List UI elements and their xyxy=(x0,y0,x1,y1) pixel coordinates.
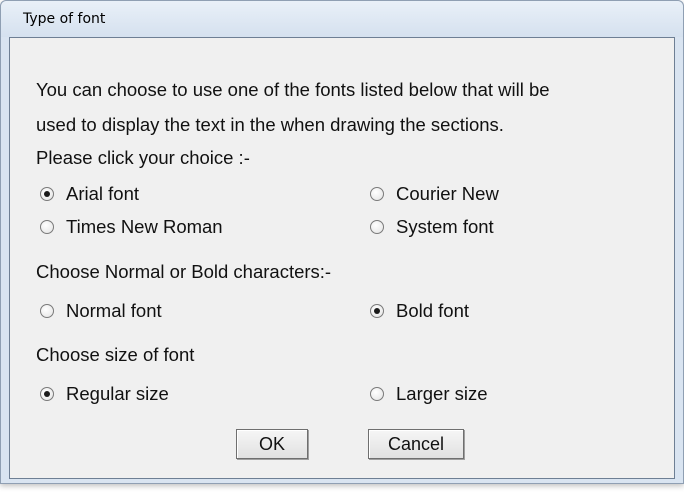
intro-line-3: Please click your choice :- xyxy=(36,147,250,168)
radio-label: Courier New xyxy=(396,183,499,204)
cancel-button[interactable]: Cancel xyxy=(368,429,464,459)
radio-button-icon[interactable] xyxy=(370,387,384,401)
radio-label: Arial font xyxy=(66,183,140,204)
radio-system-font[interactable]: System font xyxy=(370,216,494,238)
intro-line-2: used to display the text in the when dra… xyxy=(36,114,504,135)
title-bar[interactable]: Type of font xyxy=(1,1,683,37)
weight-heading: Choose Normal or Bold characters:- xyxy=(36,261,332,282)
intro-line-1: You can choose to use one of the fonts l… xyxy=(36,79,550,100)
radio-label: Bold font xyxy=(396,300,470,321)
radio-button-icon[interactable] xyxy=(370,304,384,318)
radio-label: Normal font xyxy=(66,300,162,321)
radio-button-icon[interactable] xyxy=(370,187,384,201)
size-heading: Choose size of font xyxy=(36,344,195,365)
dialog-client-area: You can choose to use one of the fonts l… xyxy=(9,37,675,479)
radio-regular-size[interactable]: Regular size xyxy=(40,383,169,405)
radio-label: Regular size xyxy=(66,383,169,404)
radio-button-icon[interactable] xyxy=(40,187,54,201)
radio-label: Times New Roman xyxy=(66,216,223,237)
font-type-dialog: Type of font You can choose to use one o… xyxy=(0,0,684,484)
radio-button-icon[interactable] xyxy=(40,220,54,234)
radio-normal-font[interactable]: Normal font xyxy=(40,300,162,322)
radio-bold-font[interactable]: Bold font xyxy=(370,300,469,322)
radio-button-icon[interactable] xyxy=(40,387,54,401)
radio-larger-size[interactable]: Larger size xyxy=(370,383,488,405)
radio-times-new-roman[interactable]: Times New Roman xyxy=(40,216,223,238)
radio-button-icon[interactable] xyxy=(40,304,54,318)
radio-label: System font xyxy=(396,216,494,237)
radio-label: Larger size xyxy=(396,383,488,404)
radio-courier-new[interactable]: Courier New xyxy=(370,183,499,205)
radio-button-icon[interactable] xyxy=(370,220,384,234)
dialog-title: Type of font xyxy=(23,11,106,27)
radio-arial-font[interactable]: Arial font xyxy=(40,183,139,205)
ok-button[interactable]: OK xyxy=(236,429,308,459)
